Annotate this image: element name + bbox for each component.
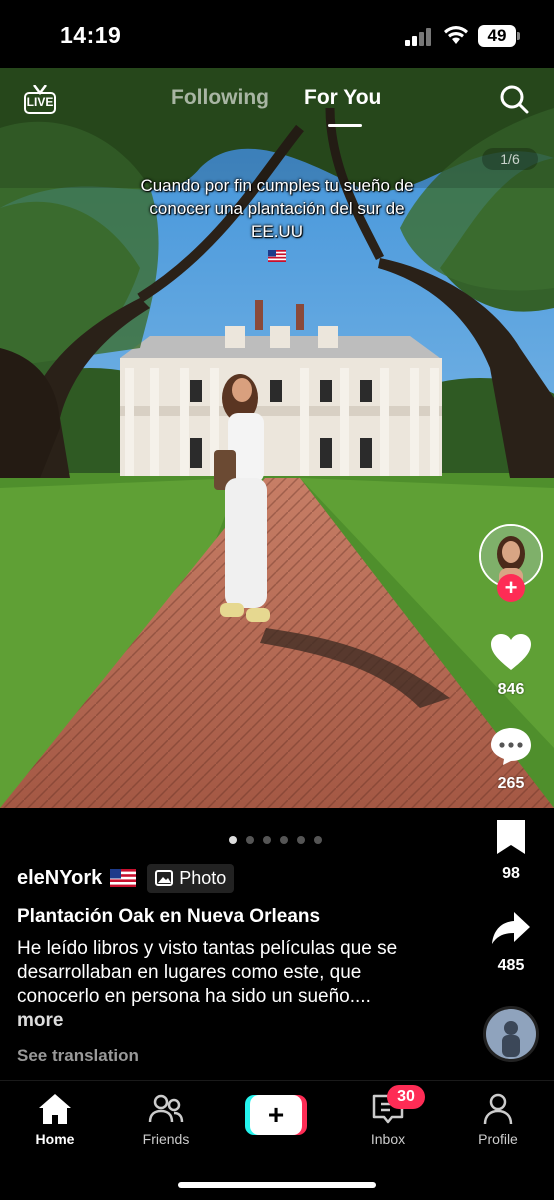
photo-icon: [155, 870, 174, 886]
carousel-dot: [297, 836, 305, 844]
photo-badge-label: Photo: [179, 867, 227, 888]
save-button[interactable]: 98: [481, 818, 541, 883]
nav-profile-label: Profile: [478, 1131, 518, 1147]
overlay-caption: Cuando por fin cumples tu sueño de conoc…: [127, 174, 427, 266]
tab-following[interactable]: Following: [171, 86, 269, 110]
comment-icon: [491, 728, 531, 765]
slide-counter: 1/6: [482, 148, 538, 170]
inbox-badge: 30: [387, 1085, 425, 1109]
author-name[interactable]: eleNYork: [17, 867, 102, 890]
overlay-caption-text: Cuando por fin cumples tu sueño de conoc…: [140, 176, 414, 241]
see-translation-link[interactable]: See translation: [17, 1046, 139, 1066]
nav-inbox[interactable]: Inbox 30: [343, 1085, 433, 1147]
post-description-text: He leído libros y visto tantas películas…: [17, 938, 398, 1007]
feed-tabs: Following For You: [0, 86, 554, 127]
nav-home-label: Home: [35, 1131, 75, 1147]
search-icon[interactable]: [499, 84, 529, 114]
post-title: Plantación Oak en Nueva Orleans: [17, 906, 321, 927]
bookmark-icon: [497, 820, 525, 854]
follow-button[interactable]: +: [497, 574, 525, 602]
us-flag-icon: [268, 249, 286, 262]
more-link[interactable]: more: [17, 1010, 63, 1031]
friends-icon: [148, 1094, 184, 1123]
nav-friends[interactable]: Friends: [121, 1091, 211, 1147]
sound-disc[interactable]: [483, 1006, 539, 1062]
photo-badge: Photo: [147, 863, 235, 893]
comment-count: 265: [497, 775, 525, 792]
home-indicator: [178, 1182, 376, 1188]
status-bar: 14:19 49: [0, 0, 554, 68]
post-description[interactable]: He leído libros y visto tantas películas…: [17, 937, 417, 1033]
author-row: eleNYork Photo: [17, 862, 235, 894]
share-count: 485: [497, 957, 525, 974]
status-time: 14:19: [60, 22, 122, 48]
heart-icon: [491, 634, 531, 670]
carousel-dot: [229, 836, 237, 844]
save-count: 98: [502, 865, 520, 882]
carousel-dots: [229, 836, 329, 846]
profile-icon: [483, 1093, 513, 1125]
like-button[interactable]: 846: [481, 632, 541, 699]
carousel-dot: [263, 836, 271, 844]
like-count: 846: [497, 681, 525, 698]
create-button[interactable]: +: [245, 1095, 307, 1135]
signal-icon: [405, 28, 431, 46]
sound-cover-image: [486, 1009, 536, 1059]
us-flag-icon: [110, 869, 137, 887]
nav-friends-label: Friends: [142, 1131, 190, 1147]
home-icon: [39, 1094, 71, 1124]
share-icon: [492, 912, 530, 944]
share-button[interactable]: 485: [481, 910, 541, 975]
nav-profile[interactable]: Profile: [453, 1091, 543, 1147]
wifi-icon: [444, 26, 468, 44]
comment-button[interactable]: 265: [481, 726, 541, 793]
carousel-dot: [314, 836, 322, 844]
create-icon: +: [250, 1095, 302, 1135]
carousel-dot: [246, 836, 254, 844]
carousel-dot: [280, 836, 288, 844]
tab-for-you[interactable]: For You: [304, 86, 381, 110]
nav-home[interactable]: Home: [10, 1091, 100, 1147]
nav-inbox-label: Inbox: [370, 1131, 406, 1147]
tab-active-indicator: [328, 124, 362, 127]
battery-indicator: 49: [478, 25, 520, 47]
creator-avatar[interactable]: +: [479, 524, 543, 602]
